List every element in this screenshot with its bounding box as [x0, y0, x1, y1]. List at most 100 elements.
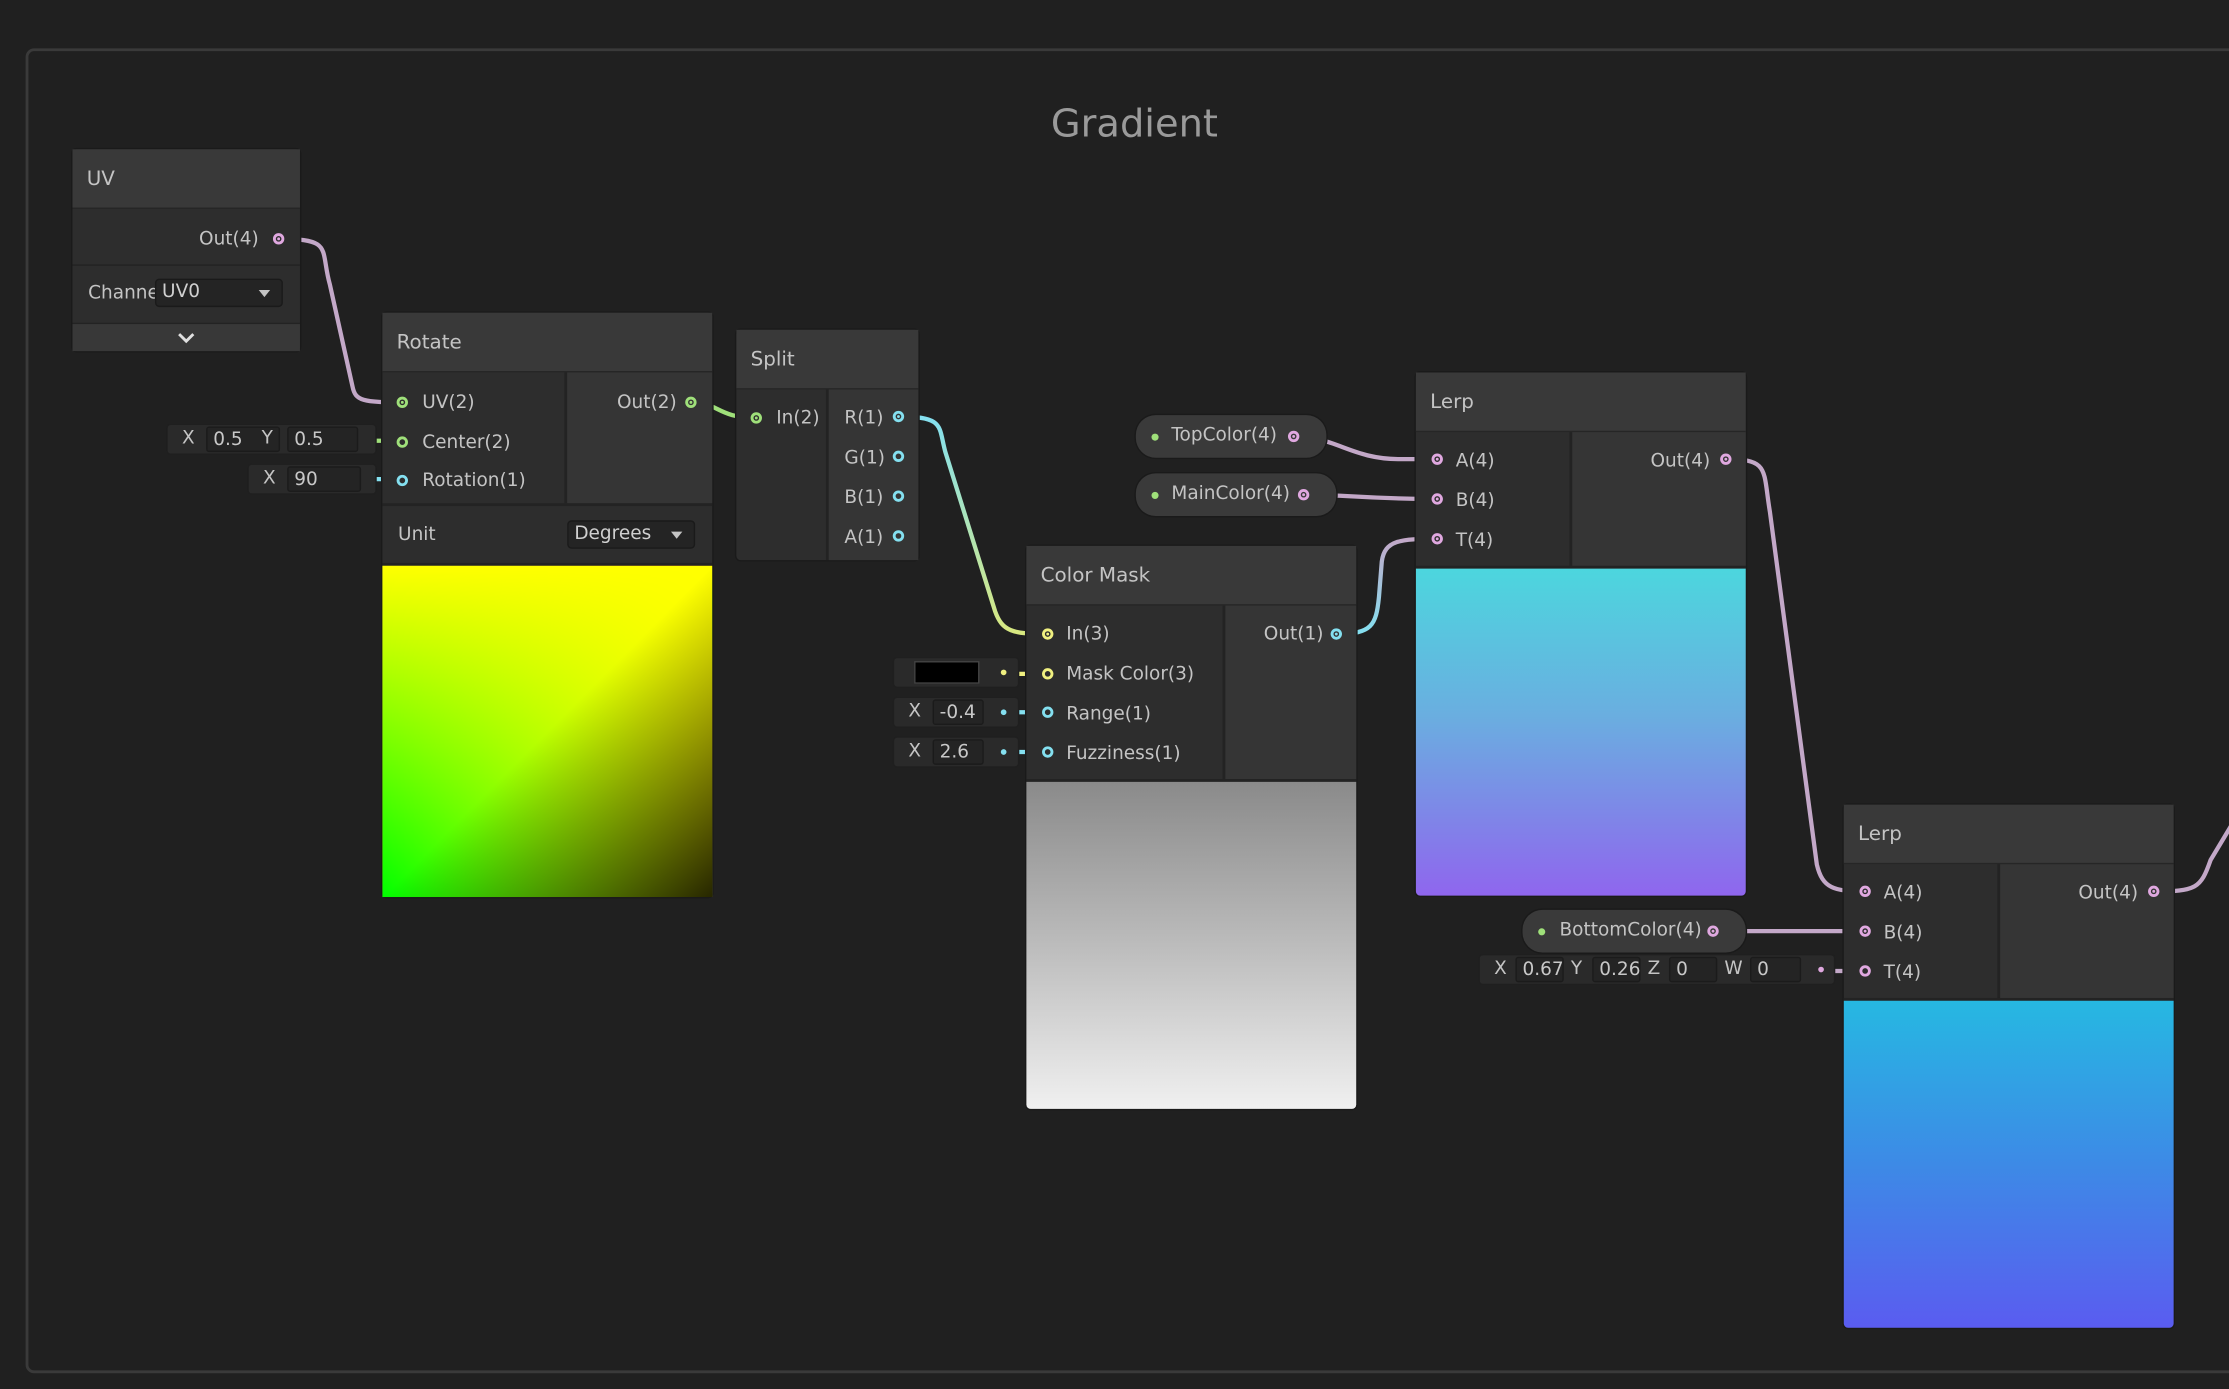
split-a-label: A(1) — [844, 527, 884, 549]
lerp2-a-port[interactable] — [1859, 885, 1871, 898]
colormask-preview — [1026, 781, 1357, 1109]
field-connector-dot — [1000, 709, 1007, 716]
field-connector-dot — [1000, 749, 1007, 755]
lerp2-t-default-field[interactable]: X 0.67 Y 0.26 Z 0 W 0 — [1479, 955, 1834, 984]
colormask-in-port[interactable] — [1042, 628, 1054, 640]
rotation-x-label: X — [262, 467, 276, 490]
rotate-uv-label: UV(2) — [422, 392, 475, 414]
range-default-field[interactable]: X -0.4 — [894, 698, 1018, 727]
divider — [72, 264, 300, 266]
channel-dropdown[interactable]: UV0 — [154, 278, 283, 308]
property-exposed-dot — [1151, 433, 1159, 441]
fuzziness-x-label: X — [908, 740, 922, 762]
lerp2-out-port[interactable] — [2148, 885, 2160, 898]
node-title[interactable]: Lerp — [1843, 804, 2174, 865]
divider — [382, 503, 713, 507]
fuzziness-x-input[interactable]: 2.6 — [932, 739, 984, 765]
node-title[interactable]: Color Mask — [1026, 545, 1357, 606]
color-mask-node[interactable]: Color Mask In(3) Mask Color(3) Range(1) … — [1026, 545, 1357, 1109]
center-default-field[interactable]: X 0.5 Y 0.5 — [167, 425, 376, 454]
mask-color-swatch[interactable] — [914, 661, 980, 684]
node-title[interactable]: Split — [736, 329, 919, 390]
bottomcolor-out-port[interactable] — [1707, 925, 1719, 937]
channel-label: Channe — [88, 282, 159, 305]
lerp-node-2[interactable]: Lerp A(4) B(4) T(4) Out(4) — [1843, 804, 2174, 1328]
rotate-out-port[interactable] — [685, 396, 697, 408]
fuzziness-default-field[interactable]: X 2.6 — [894, 737, 1018, 767]
channel-value: UV0 — [162, 281, 201, 303]
node-title[interactable]: Lerp — [1415, 372, 1746, 433]
t-y-input[interactable]: 0.26 — [1592, 956, 1641, 983]
split-g-port[interactable] — [892, 450, 905, 463]
lerp1-b-port[interactable] — [1431, 493, 1443, 505]
t-x-label: X — [1494, 958, 1507, 980]
range-x-input[interactable]: -0.4 — [932, 699, 984, 726]
topcolor-out-port[interactable] — [1287, 430, 1300, 443]
t-x-input[interactable]: 0.67 — [1515, 956, 1564, 983]
topcolor-label: TopColor(4) — [1171, 425, 1278, 447]
lerp2-b-label: B(4) — [1883, 922, 1923, 944]
topcolor-property-node[interactable]: TopColor(4) — [1135, 415, 1327, 458]
unit-label: Unit — [398, 524, 436, 546]
expand-bar[interactable] — [72, 324, 300, 352]
center-y-input[interactable]: 0.5 — [287, 426, 359, 453]
lerp1-out-port[interactable] — [1720, 453, 1732, 465]
colormask-maskcolor-label: Mask Color(3) — [1066, 663, 1195, 686]
rotation-x-input[interactable]: 90 — [287, 466, 362, 492]
node-title[interactable]: Rotate — [382, 312, 713, 373]
split-node[interactable]: Split In(2) R(1) G(1) B(1) A(1) — [736, 329, 919, 561]
lerp2-b-port[interactable] — [1859, 925, 1871, 937]
rotate-rotation-port[interactable] — [396, 474, 408, 487]
colormask-fuzziness-port[interactable] — [1042, 746, 1054, 758]
lerp-node-1[interactable]: Lerp A(4) B(4) T(4) Out(4) — [1415, 372, 1746, 896]
uv-out-port-label: Out(4) — [199, 228, 259, 251]
lerp2-t-port[interactable] — [1859, 965, 1871, 977]
node-title[interactable]: UV — [72, 149, 300, 209]
maincolor-label: MainColor(4) — [1171, 483, 1290, 505]
shader-graph-canvas[interactable]: Gradient UV Out(4) Channe UV0 Rotate UV(… — [0, 0, 2229, 1389]
rotation-default-field[interactable]: X 90 — [248, 464, 376, 494]
split-in-port[interactable] — [750, 412, 762, 424]
lerp2-t-label: T(4) — [1883, 962, 1922, 984]
colormask-range-port[interactable] — [1042, 706, 1054, 718]
bottomcolor-property-node[interactable]: BottomColor(4) — [1522, 909, 1746, 953]
field-connector-dot — [1818, 966, 1824, 973]
property-exposed-dot — [1538, 928, 1546, 936]
split-b-label: B(1) — [844, 487, 884, 509]
wire-split-r-to-colormask[interactable] — [898, 414, 1048, 637]
maincolor-property-node[interactable]: MainColor(4) — [1135, 473, 1337, 517]
colormask-range-label: Range(1) — [1066, 703, 1151, 726]
maskcolor-default-field[interactable] — [894, 658, 1018, 687]
center-x-label: X — [181, 427, 195, 450]
split-a-port[interactable] — [892, 530, 905, 542]
center-y-label: Y — [261, 427, 273, 450]
preview-gradient-image — [382, 565, 713, 898]
rotate-node[interactable]: Rotate UV(2) Center(2) Rotation(1) Out(2… — [382, 312, 713, 898]
t-w-label: W — [1724, 958, 1743, 980]
lerp1-t-port[interactable] — [1431, 533, 1443, 545]
rotate-center-port[interactable] — [396, 436, 408, 448]
rotate-uv-port[interactable] — [396, 396, 408, 408]
uv-out-port[interactable] — [272, 233, 285, 245]
maincolor-out-port[interactable] — [1297, 489, 1310, 501]
split-r-port[interactable] — [892, 410, 905, 423]
field-connector-dot — [1000, 669, 1007, 676]
unit-dropdown[interactable]: Degrees — [567, 520, 696, 549]
chevron-down-icon — [178, 333, 195, 344]
rotate-rotation-label: Rotation(1) — [422, 470, 526, 492]
t-z-input[interactable]: 0 — [1668, 956, 1718, 983]
colormask-out-label: Out(1) — [1263, 624, 1324, 646]
colormask-maskcolor-port[interactable] — [1042, 668, 1054, 680]
t-w-input[interactable]: 0 — [1749, 956, 1802, 983]
split-r-label: R(1) — [844, 407, 884, 430]
dropdown-caret-icon — [670, 531, 683, 539]
bottomcolor-label: BottomColor(4) — [1559, 919, 1702, 942]
lerp1-a-port[interactable] — [1431, 453, 1443, 465]
rotate-preview — [382, 565, 713, 898]
unit-value: Degrees — [574, 523, 652, 545]
colormask-out-port[interactable] — [1330, 628, 1342, 640]
lerp1-b-label: B(4) — [1455, 490, 1495, 512]
uv-node[interactable]: UV Out(4) Channe UV0 — [72, 149, 300, 352]
split-b-port[interactable] — [892, 490, 905, 502]
rotate-out-label: Out(2) — [616, 392, 677, 414]
